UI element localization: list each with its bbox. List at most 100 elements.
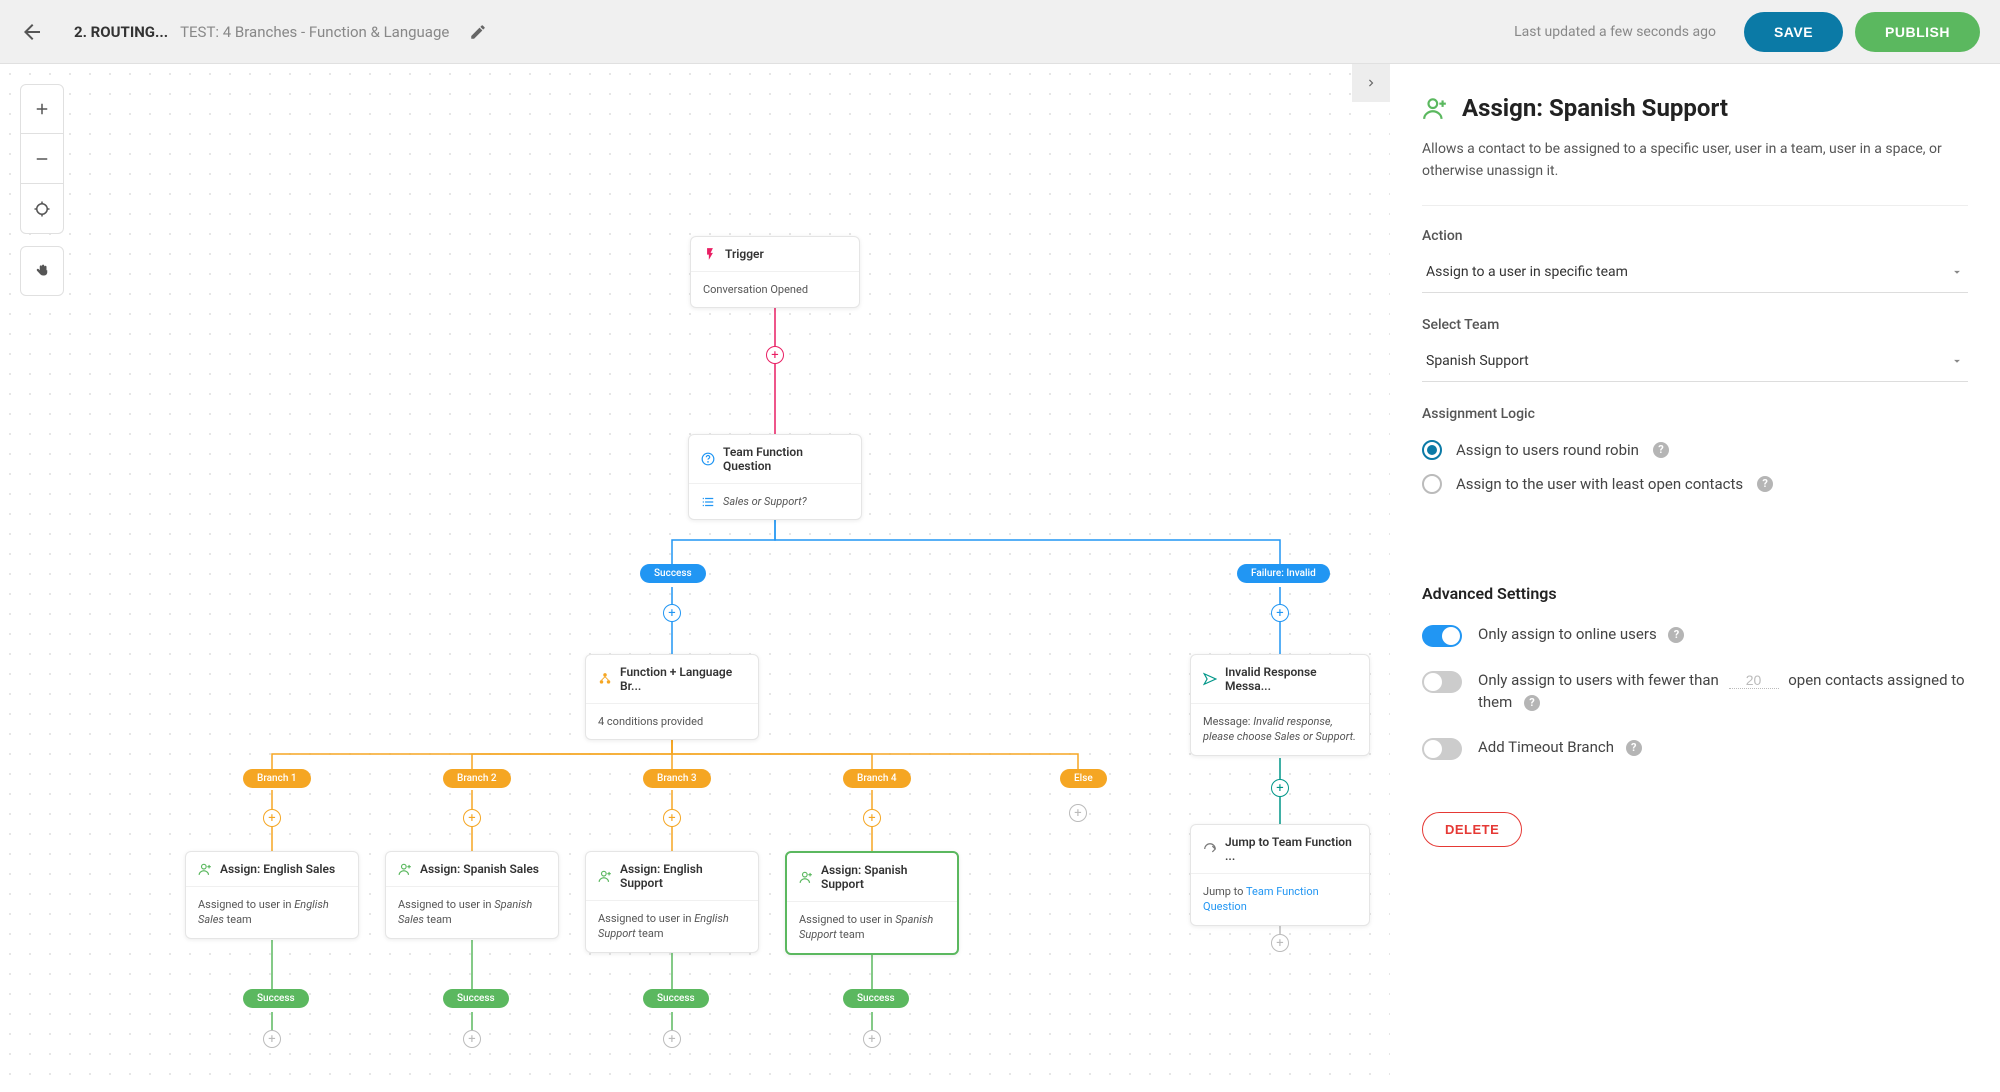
success-pill-2: Success xyxy=(443,989,509,1008)
add-end-4[interactable]: + xyxy=(863,1030,881,1048)
radio2-label: Assign to the user with least open conta… xyxy=(1456,475,1743,493)
toggle-fewer-than[interactable] xyxy=(1422,671,1462,693)
jump-node[interactable]: Jump to Team Function ... Jump to Team F… xyxy=(1190,824,1370,926)
add-after-invalid[interactable]: + xyxy=(1271,779,1289,797)
toggle3-label: Add Timeout Branch ? xyxy=(1478,736,1968,759)
add-after-trigger[interactable]: + xyxy=(766,346,784,364)
publish-button[interactable]: PUBLISH xyxy=(1855,12,1980,52)
assign-ss-header: Assign: Spanish Sales xyxy=(386,852,558,886)
sidebar-description: Allows a contact to be assigned to a spe… xyxy=(1422,138,1968,206)
assign-es-body: Assigned to user in English Sales team xyxy=(186,886,358,938)
trigger-node-header: Trigger xyxy=(691,237,859,271)
delete-button[interactable]: DELETE xyxy=(1422,812,1522,847)
branch-node[interactable]: Function + Language Br... 4 conditions p… xyxy=(585,654,759,740)
add-after-failure[interactable]: + xyxy=(1271,604,1289,622)
back-arrow-icon[interactable] xyxy=(20,20,44,44)
jump-icon xyxy=(1203,842,1217,856)
assign-es-title: Assign: English Sales xyxy=(220,862,335,876)
trigger-icon xyxy=(703,247,717,261)
save-button[interactable]: SAVE xyxy=(1744,12,1843,52)
send-icon xyxy=(1203,672,1217,686)
invalid-title: Invalid Response Messa... xyxy=(1225,665,1357,693)
radio-indicator xyxy=(1422,474,1442,494)
assign-icon xyxy=(198,862,212,876)
invalid-response-node[interactable]: Invalid Response Messa... Message: Inval… xyxy=(1190,654,1370,756)
assign-spanish-sales-node[interactable]: Assign: Spanish Sales Assigned to user i… xyxy=(385,851,559,939)
radio-indicator xyxy=(1422,440,1442,460)
action-select[interactable]: Assign to a user in specific team xyxy=(1422,254,1968,293)
assign-icon xyxy=(1422,95,1448,121)
help-icon[interactable]: ? xyxy=(1626,740,1642,756)
assign-spanish-support-node[interactable]: Assign: Spanish Support Assigned to user… xyxy=(785,851,959,955)
else-pill: Else xyxy=(1060,769,1107,788)
invalid-body: Message: Invalid response, please choose… xyxy=(1191,703,1369,755)
question-body: Sales or Support? xyxy=(689,483,861,519)
action-label: Action xyxy=(1422,228,1968,244)
trigger-node[interactable]: Trigger Conversation Opened xyxy=(690,236,860,308)
add-b1[interactable]: + xyxy=(263,809,281,827)
radio-least-open[interactable]: Assign to the user with least open conta… xyxy=(1422,474,1968,494)
add-end-2[interactable]: + xyxy=(463,1030,481,1048)
edit-icon[interactable] xyxy=(469,23,487,41)
collapse-sidebar-button[interactable] xyxy=(1352,64,1390,102)
assign-esup-title: Assign: English Support xyxy=(620,862,746,890)
pan-button[interactable] xyxy=(20,246,64,296)
assign-ssup-body: Assigned to user in Spanish Support team xyxy=(787,901,957,953)
add-after-success[interactable]: + xyxy=(663,604,681,622)
jump-title: Jump to Team Function ... xyxy=(1225,835,1357,863)
flow-canvas[interactable]: Trigger Conversation Opened + Team Funct… xyxy=(0,64,1390,1092)
success-pill: Success xyxy=(640,564,706,583)
branch2-pill: Branch 2 xyxy=(443,769,511,788)
toggle2-label: Only assign to users with fewer than ope… xyxy=(1478,669,1968,714)
assign-esup-body: Assigned to user in English Support team xyxy=(586,900,758,952)
open-contacts-input[interactable] xyxy=(1729,672,1779,689)
toggle-online-users[interactable] xyxy=(1422,625,1462,647)
toggle-fewer-than-row: Only assign to users with fewer than ope… xyxy=(1422,669,1968,714)
assign-icon xyxy=(398,862,412,876)
assign-es-header: Assign: English Sales xyxy=(186,852,358,886)
branch1-pill: Branch 1 xyxy=(243,769,311,788)
breadcrumb-main[interactable]: 2. ROUTING... xyxy=(74,23,168,41)
question-node-header: Team Function Question xyxy=(689,435,861,483)
assign-ssup-title: Assign: Spanish Support xyxy=(821,863,945,891)
help-icon[interactable]: ? xyxy=(1653,442,1669,458)
help-icon[interactable]: ? xyxy=(1668,627,1684,643)
add-b2[interactable]: + xyxy=(463,809,481,827)
invalid-body-prefix: Message: xyxy=(1203,715,1253,728)
toggle-timeout[interactable] xyxy=(1422,738,1462,760)
branch-body: 4 conditions provided xyxy=(586,703,758,739)
trigger-body: Conversation Opened xyxy=(691,271,859,307)
trigger-title: Trigger xyxy=(725,247,764,261)
radio-round-robin[interactable]: Assign to users round robin ? xyxy=(1422,440,1968,460)
branch-icon xyxy=(598,672,612,686)
assign-icon xyxy=(598,869,612,883)
question-node[interactable]: Team Function Question Sales or Support? xyxy=(688,434,862,520)
breadcrumb-sub: TEST: 4 Branches - Function & Language xyxy=(180,23,449,41)
question-title: Team Function Question xyxy=(723,445,849,473)
assign-english-support-node[interactable]: Assign: English Support Assigned to user… xyxy=(585,851,759,953)
add-end-3[interactable]: + xyxy=(663,1030,681,1048)
team-select[interactable]: Spanish Support xyxy=(1422,343,1968,382)
help-icon[interactable]: ? xyxy=(1524,695,1540,711)
help-icon[interactable]: ? xyxy=(1757,476,1773,492)
branch-node-header: Function + Language Br... xyxy=(586,655,758,703)
add-b3[interactable]: + xyxy=(663,809,681,827)
success-pill-4: Success xyxy=(843,989,909,1008)
assign-icon xyxy=(799,870,813,884)
breadcrumb: 2. ROUTING... TEST: 4 Branches - Functio… xyxy=(74,23,487,41)
assign-english-sales-node[interactable]: Assign: English Sales Assigned to user i… xyxy=(185,851,359,939)
action-value: Assign to a user in specific team xyxy=(1426,264,1628,280)
list-icon xyxy=(701,495,715,509)
team-value: Spanish Support xyxy=(1426,353,1529,369)
zoom-out-button[interactable] xyxy=(20,134,64,184)
recenter-button[interactable] xyxy=(20,184,64,234)
add-end-1[interactable]: + xyxy=(263,1030,281,1048)
question-body-text: Sales or Support? xyxy=(723,494,807,509)
add-after-jump[interactable]: + xyxy=(1271,934,1289,952)
add-b4[interactable]: + xyxy=(863,809,881,827)
assign-ss-body: Assigned to user in Spanish Sales team xyxy=(386,886,558,938)
add-else[interactable]: + xyxy=(1069,804,1087,822)
zoom-in-button[interactable] xyxy=(20,84,64,134)
logic-label: Assignment Logic xyxy=(1422,406,1968,422)
invalid-node-header: Invalid Response Messa... xyxy=(1191,655,1369,703)
